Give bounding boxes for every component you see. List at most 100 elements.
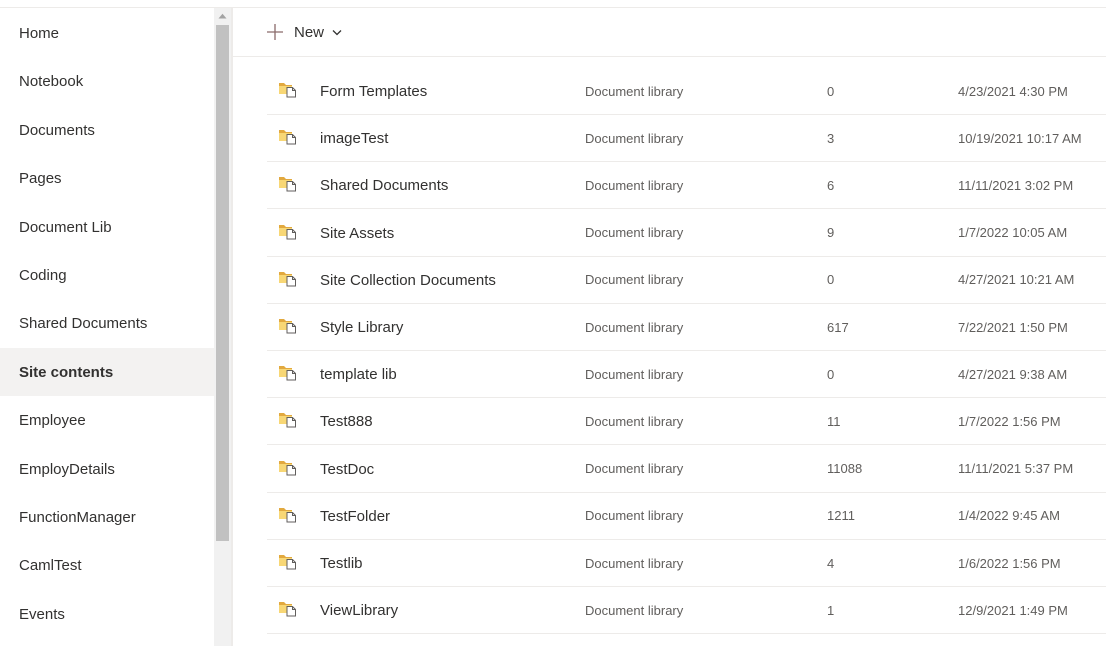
row-name-link[interactable]: TestFolder — [320, 493, 390, 540]
list-row[interactable]: TestFolder Document library 1211 1/4/2022 9… — [267, 493, 1106, 540]
list-row[interactable]: template lib Document library 0 4/27/2021 9… — [267, 351, 1106, 399]
row-item-count: 1 — [827, 602, 835, 618]
row-name-link[interactable]: Site Assets — [320, 210, 394, 257]
nav-item-events[interactable]: Events — [0, 590, 214, 638]
nav-item-shared-documents[interactable]: Shared Documents — [0, 299, 214, 347]
row-item-count: 617 — [827, 319, 849, 335]
new-button-label: New — [294, 23, 325, 41]
nav-item-label: Pages — [19, 169, 62, 187]
row-item-count: 0 — [827, 83, 835, 99]
row-item-count: 0 — [827, 366, 835, 382]
nav-item-label: EmployDetails — [19, 460, 115, 478]
row-modified-date: 1/7/2022 1:56 PM — [958, 413, 1061, 429]
nav-item-label: FunctionManager — [19, 508, 136, 526]
row-item-count: 0 — [827, 272, 835, 288]
row-type: Document library — [585, 177, 684, 193]
nav-item-label: Home — [19, 24, 60, 42]
nav-item-label: Documents — [19, 121, 95, 139]
list-row[interactable]: Testlib Document library 4 1/6/2022 1:56 PM — [267, 540, 1106, 587]
row-modified-date: 10/19/2021 10:17 AM — [958, 130, 1082, 146]
row-type: Document library — [585, 555, 684, 571]
list-row[interactable]: Site Assets Document library 9 1/7/2022 10:… — [267, 210, 1106, 257]
nav-item-employee[interactable]: Employee — [0, 396, 214, 444]
document-library-icon — [278, 410, 298, 428]
nav-item-documents[interactable]: Documents — [0, 106, 214, 154]
nav-item-notebook[interactable]: Notebook — [0, 57, 214, 105]
scrollbar-thumb[interactable] — [216, 25, 229, 541]
row-type: Document library — [585, 319, 684, 335]
list-row[interactable]: ViewLibrary Document library 1 12/9/2021 1:… — [267, 587, 1106, 635]
command-bar: New — [233, 8, 1106, 57]
nav-item-pages[interactable]: Pages — [0, 154, 214, 202]
document-library-icon — [278, 363, 298, 381]
row-type: Document library — [585, 83, 684, 99]
document-library-icon — [278, 552, 298, 570]
list-row[interactable]: imageTest Document library 3 10/19/2021 10:… — [267, 115, 1106, 163]
row-type: Document library — [585, 413, 684, 429]
row-name-link[interactable]: template lib — [320, 351, 397, 398]
row-name-link[interactable]: Testlib — [320, 540, 363, 587]
row-name-link[interactable]: Style Library — [320, 304, 403, 351]
document-library-icon — [278, 269, 298, 287]
row-name-link[interactable]: ViewLibrary — [320, 587, 398, 634]
row-item-count: 11 — [827, 413, 841, 429]
document-library-icon — [278, 599, 298, 617]
row-modified-date: 11/11/2021 3:02 PM — [958, 177, 1074, 193]
row-modified-date: 12/9/2021 1:49 PM — [958, 602, 1068, 618]
nav-item-label: Events — [19, 605, 65, 623]
nav-item-camltest[interactable]: CamlTest — [0, 541, 214, 589]
chevron-down-icon — [332, 29, 342, 36]
scroll-up-arrow-icon[interactable] — [214, 8, 231, 24]
list-row[interactable]: Form Templates Document library 0 4/23/2021… — [267, 68, 1106, 115]
row-item-count: 1211 — [827, 508, 855, 524]
list-row[interactable]: TestDoc Document library 11088 11/11/2021 5… — [267, 446, 1106, 493]
nav-item-label: Employee — [19, 411, 86, 429]
nav-item-label: CamlTest — [19, 556, 82, 574]
row-type: Document library — [585, 461, 684, 477]
row-type: Document library — [585, 225, 684, 241]
row-name-link[interactable]: Form Templates — [320, 68, 427, 115]
nav-item-document-lib[interactable]: Document Lib — [0, 203, 214, 251]
row-item-count: 11088 — [827, 461, 863, 477]
row-item-count: 3 — [827, 130, 835, 146]
nav-item-label: Notebook — [19, 72, 84, 90]
nav-item-label: Coding — [19, 266, 67, 284]
nav-item-functionmanager[interactable]: FunctionManager — [0, 493, 214, 541]
nav-item-label: Document Lib — [19, 218, 112, 236]
row-item-count: 6 — [827, 177, 835, 193]
nav-item-coding[interactable]: Coding — [0, 251, 214, 299]
row-item-count: 9 — [827, 225, 835, 241]
row-name-link[interactable]: Shared Documents — [320, 162, 448, 209]
row-name-link[interactable]: Site Collection Documents — [320, 257, 496, 304]
document-library-icon — [278, 222, 298, 240]
row-modified-date: 1/7/2022 10:05 AM — [958, 225, 1068, 241]
list-row[interactable]: Site Collection Documents Document librar… — [267, 257, 1106, 304]
list-row[interactable]: Test888 Document library 11 1/7/2022 1:56 P… — [267, 398, 1106, 446]
nav-item-employdetails[interactable]: EmployDetails — [0, 445, 214, 493]
row-type: Document library — [585, 130, 684, 146]
list-row[interactable]: Style Library Document library 617 7/22/202… — [267, 304, 1106, 351]
row-name-link[interactable]: imageTest — [320, 115, 388, 162]
new-button[interactable]: New — [263, 18, 342, 46]
document-library-icon — [278, 316, 298, 334]
document-library-icon — [278, 80, 298, 98]
row-name-link[interactable]: TestDoc — [320, 446, 374, 493]
document-library-icon — [278, 505, 298, 523]
row-name-link[interactable]: Test888 — [320, 398, 373, 445]
document-library-icon — [278, 174, 298, 192]
document-library-icon — [278, 127, 298, 145]
row-item-count: 4 — [827, 555, 835, 571]
row-modified-date: 4/23/2021 4:30 PM — [958, 83, 1068, 99]
row-modified-date: 1/4/2022 9:45 AM — [958, 508, 1060, 524]
list-row[interactable]: Shared Documents Document library 6 11/11/2… — [267, 162, 1106, 210]
nav-item-label: Shared Documents — [19, 314, 148, 332]
row-type: Document library — [585, 508, 684, 524]
row-modified-date: 11/11/2021 5:37 PM — [958, 461, 1074, 477]
row-modified-date: 4/27/2021 9:38 AM — [958, 366, 1068, 382]
left-nav-scrollbar[interactable] — [214, 8, 231, 646]
nav-item-label: Site contents — [19, 363, 114, 381]
nav-item-site-contents[interactable]: Site contents — [0, 348, 214, 396]
top-strip — [0, 0, 1106, 8]
nav-item-home[interactable]: Home — [0, 9, 214, 57]
nav-divider — [231, 8, 233, 646]
